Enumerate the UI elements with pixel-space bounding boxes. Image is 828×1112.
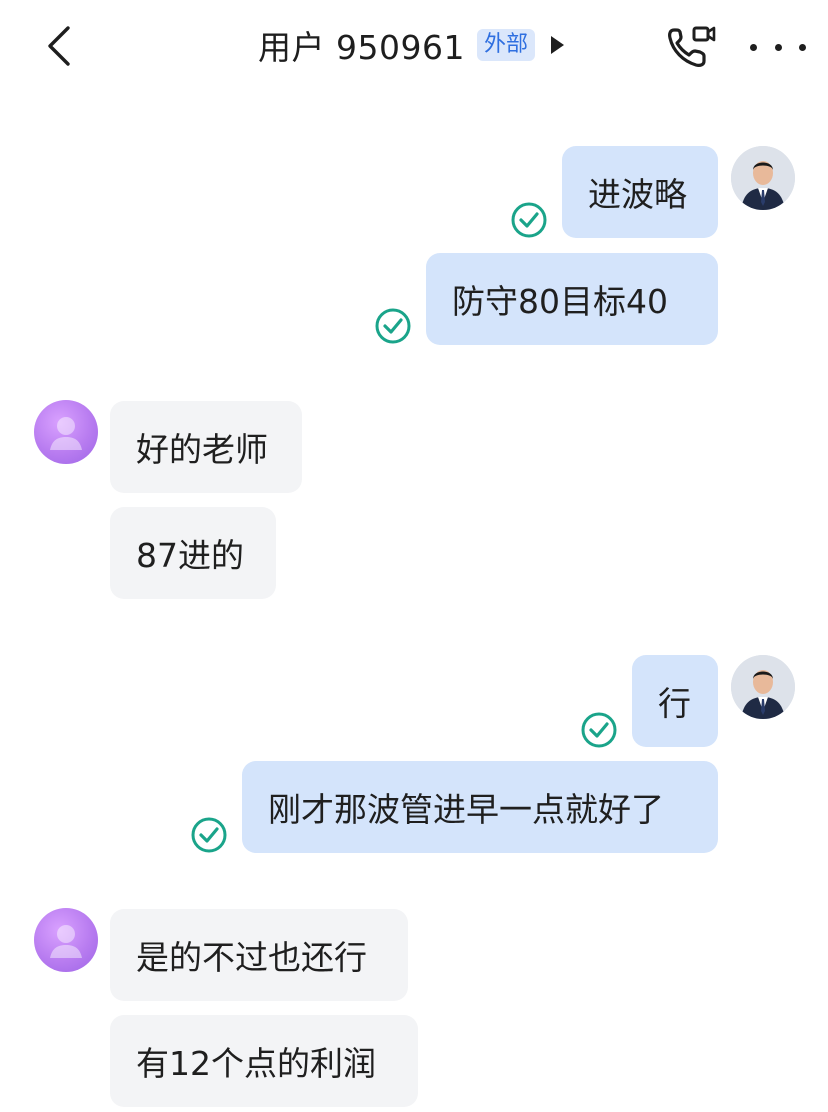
chat-title: 用户 950961 [258,28,465,67]
message-text: 是的不过也还行 [136,938,367,977]
chat-title-group[interactable]: 用户 950961 外部 [258,22,564,68]
message-text: 行 [658,684,691,723]
my-avatar[interactable] [731,655,795,719]
more-dots-icon [750,43,757,51]
read-check-icon [581,712,617,748]
message-text: 刚才那波管进早一点就好了 [268,790,664,829]
message-text: 87进的 [136,536,244,575]
message-bubble-outgoing[interactable]: 行 [632,655,718,747]
more-options-button[interactable] [750,30,806,64]
message-text: 进波略 [588,175,687,214]
message-bubble-outgoing[interactable]: 刚才那波管进早一点就好了 [242,761,718,853]
chat-header: 用户 950961 外部 [0,0,828,92]
external-badge: 外部 [476,29,535,61]
contact-avatar[interactable] [34,908,98,972]
message-bubble-incoming[interactable]: 好的老师 [110,401,302,493]
person-placeholder-icon [50,925,82,958]
message-text: 防守80目标40 [452,282,668,321]
read-check-icon [511,202,547,238]
person-avatar-icon [731,146,795,210]
message-text: 好的老师 [136,430,268,469]
my-avatar[interactable] [731,146,795,210]
phone-video-icon [668,26,716,67]
message-bubble-outgoing[interactable]: 进波略 [562,146,718,238]
chevron-left-icon [48,26,70,66]
message-bubble-incoming[interactable]: 87进的 [110,507,276,599]
contact-avatar[interactable] [34,400,98,464]
back-button[interactable] [34,20,84,72]
read-check-icon [375,308,411,344]
message-bubble-incoming[interactable]: 有12个点的利润 [110,1015,418,1107]
message-bubble-outgoing[interactable]: 防守80目标40 [426,253,718,345]
message-text: 有12个点的利润 [136,1044,376,1083]
read-check-icon [191,817,227,853]
message-bubble-incoming[interactable]: 是的不过也还行 [110,909,408,1001]
person-placeholder-icon [50,417,82,450]
expand-triangle-icon [550,36,564,54]
call-button[interactable] [664,22,718,72]
person-avatar-icon [731,655,795,719]
